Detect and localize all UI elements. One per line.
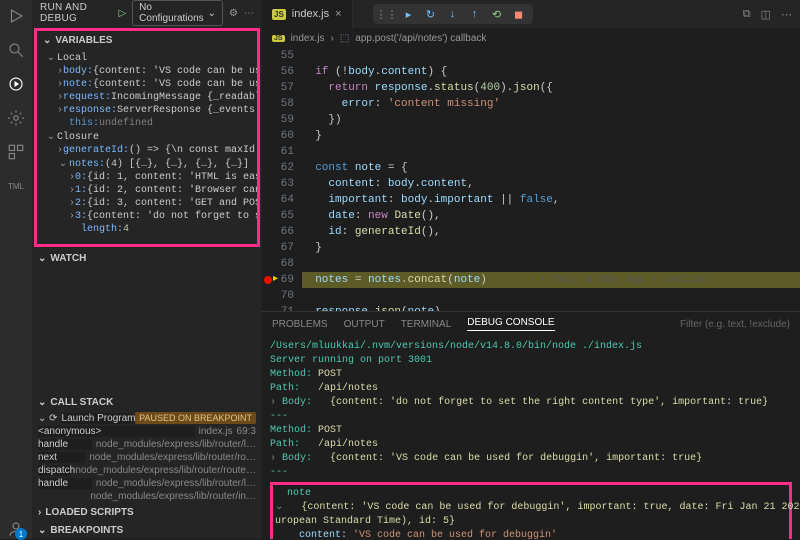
console-line: Method: POST bbox=[270, 424, 792, 438]
watch-section[interactable]: ⌄WATCH bbox=[32, 249, 262, 267]
chevron-down-icon: ⌄ bbox=[208, 8, 216, 19]
var-generateid[interactable]: ›generateId: () => {\n const maxId = not… bbox=[37, 144, 257, 157]
var-notes-0[interactable]: ›0: {id: 1, content: 'HTML is easy', dat… bbox=[37, 171, 257, 184]
debug-console[interactable]: /Users/mluukkai/.nvm/versions/node/v14.8… bbox=[262, 336, 800, 539]
gear-icon[interactable] bbox=[6, 108, 26, 128]
compare-icon[interactable]: ⧉ bbox=[743, 8, 751, 21]
tab-terminal[interactable]: TERMINAL bbox=[401, 319, 452, 330]
console-line: Path: /api/notes bbox=[270, 382, 792, 396]
step-into-icon[interactable]: ↓ bbox=[445, 6, 461, 22]
var-notes[interactable]: ⌄notes: (4) [{…}, {…}, {…}, {…}] bbox=[37, 157, 257, 171]
step-out-icon[interactable]: ↑ bbox=[467, 6, 483, 22]
console-line: /Users/mluukkai/.nvm/versions/node/v14.8… bbox=[270, 340, 792, 354]
var-response[interactable]: ›response: ServerResponse {_events: {…},… bbox=[37, 104, 257, 117]
stop-icon[interactable]: ◼ bbox=[511, 6, 527, 22]
callstack-list: ⌄ ⟳Launch Program: i…PAUSED ON BREAKPOIN… bbox=[32, 411, 262, 503]
run-debug-title: RUN AND DEBUG bbox=[40, 2, 112, 24]
debug-toolbar: ⋮⋮ ▸ ↻ ↓ ↑ ⟲ ◼ bbox=[373, 4, 533, 24]
run-icon[interactable] bbox=[6, 6, 26, 26]
more-icon[interactable]: ⋯ bbox=[244, 8, 254, 19]
tab-label: index.js bbox=[292, 8, 329, 20]
console-line: Server running on port 3001 bbox=[270, 354, 792, 368]
var-this[interactable]: this: undefined bbox=[37, 117, 257, 130]
stack-frame[interactable]: <anonymous>index.js69:3 bbox=[32, 425, 262, 438]
var-body[interactable]: ›body: {content: 'VS code can be used fo… bbox=[37, 65, 257, 78]
bottom-panel: PROBLEMS OUTPUT TERMINAL DEBUG CONSOLE F… bbox=[262, 311, 800, 539]
callstack-section[interactable]: ⌄CALL STACK bbox=[32, 393, 262, 411]
console-line: --- bbox=[270, 466, 792, 480]
method-icon: ⬚ bbox=[340, 33, 349, 44]
tab-row: JS index.js × ⋮⋮ ▸ ↻ ↓ ↑ ⟲ ◼ ⧉ ◫ ⋯ bbox=[262, 0, 800, 28]
console-line[interactable]: ⌄ {content: 'VS code can be used for deb… bbox=[275, 501, 787, 515]
config-gear-icon[interactable]: ⚙ bbox=[229, 8, 238, 19]
stack-frame[interactable]: handlenode_modules/express/lib/router/l… bbox=[32, 438, 262, 451]
stack-frame[interactable]: node_modules/express/lib/router/in… bbox=[32, 490, 262, 503]
chevron-right-icon: › bbox=[38, 507, 41, 518]
sidebar-header: RUN AND DEBUG ▷ No Configurations⌄ ⚙ ⋯ bbox=[32, 0, 262, 26]
restart-icon[interactable]: ⟲ bbox=[489, 6, 505, 22]
scope-local[interactable]: ⌄Local bbox=[37, 51, 257, 65]
tml-icon[interactable]: TML bbox=[6, 176, 26, 196]
stack-frame[interactable]: handlenode_modules/express/lib/router/l… bbox=[32, 477, 262, 490]
tab-indexjs[interactable]: JS index.js × bbox=[262, 0, 353, 28]
config-dropdown[interactable]: No Configurations⌄ bbox=[132, 0, 223, 26]
breakpoints-section[interactable]: ⌄BREAKPOINTS bbox=[32, 521, 262, 539]
variables-tree: ⌄Local ›body: {content: 'VS code can be … bbox=[37, 49, 257, 238]
var-notes-length[interactable]: length: 4 bbox=[37, 223, 257, 236]
chevron-down-icon: ⌄ bbox=[43, 35, 51, 46]
var-request[interactable]: ›request: IncomingMessage {_readableStat… bbox=[37, 91, 257, 104]
var-note[interactable]: ›note: {content: 'VS code can be used fo… bbox=[37, 78, 257, 91]
console-line: content: 'VS code can be used for debugg… bbox=[275, 529, 787, 539]
close-icon[interactable]: × bbox=[335, 8, 341, 20]
editor-area: JS index.js × ⋮⋮ ▸ ↻ ↓ ↑ ⟲ ◼ ⧉ ◫ ⋯ JS in… bbox=[262, 0, 800, 539]
step-over-icon[interactable]: ↻ bbox=[423, 6, 439, 22]
continue-icon[interactable]: ▸ bbox=[401, 6, 417, 22]
console-line: Method: POST bbox=[270, 368, 792, 382]
stack-frame[interactable]: nextnode_modules/express/lib/router/ro… bbox=[32, 451, 262, 464]
variables-highlight: ⌄VARIABLES ⌄Local ›body: {content: 'VS c… bbox=[34, 28, 260, 247]
scope-closure[interactable]: ⌄Closure bbox=[37, 130, 257, 144]
var-notes-1[interactable]: ›1: {id: 2, content: 'Browser can execut… bbox=[37, 184, 257, 197]
run-start-icon[interactable]: ▷ bbox=[118, 8, 126, 19]
console-line[interactable]: › Body: {content: 'do not forget to set … bbox=[270, 396, 792, 410]
console-filter-input[interactable]: Filter (e.g. text, !exclude) bbox=[680, 319, 790, 330]
account-icon[interactable]: 1 bbox=[6, 519, 26, 539]
loaded-scripts-section[interactable]: ›LOADED SCRIPTS bbox=[32, 503, 262, 521]
tab-problems[interactable]: PROBLEMS bbox=[272, 319, 328, 330]
stack-frame[interactable]: dispatchnode_modules/express/lib/router/… bbox=[32, 464, 262, 477]
split-icon[interactable]: ◫ bbox=[761, 8, 771, 21]
console-line: uropean Standard Time), id: 5} bbox=[275, 515, 787, 529]
console-line[interactable]: › Body: {content: 'VS code can be used f… bbox=[270, 452, 792, 466]
account-badge: 1 bbox=[15, 528, 27, 540]
activity-bar: TML 1 bbox=[0, 0, 32, 539]
var-notes-3[interactable]: ›3: {content: 'do not forget to set the … bbox=[37, 210, 257, 223]
chevron-down-icon: ⌄ bbox=[38, 253, 46, 264]
tab-debug-console[interactable]: DEBUG CONSOLE bbox=[467, 317, 554, 331]
console-line: --- bbox=[270, 410, 792, 424]
drag-handle-icon[interactable]: ⋮⋮ bbox=[379, 6, 395, 22]
tab-output[interactable]: OUTPUT bbox=[344, 319, 385, 330]
chevron-down-icon: ⌄ bbox=[38, 525, 46, 536]
breadcrumb[interactable]: JS index.js › ⬚ app.post('/api/notes') c… bbox=[262, 28, 800, 48]
callstack-program[interactable]: ⌄ ⟳Launch Program: i…PAUSED ON BREAKPOIN… bbox=[32, 411, 262, 425]
console-line: Path: /api/notes bbox=[270, 438, 792, 452]
js-icon: JS bbox=[272, 9, 286, 20]
js-icon: JS bbox=[272, 35, 285, 42]
debug-sidebar: RUN AND DEBUG ▷ No Configurations⌄ ⚙ ⋯ ⌄… bbox=[32, 0, 262, 539]
panel-tabs: PROBLEMS OUTPUT TERMINAL DEBUG CONSOLE F… bbox=[262, 312, 800, 336]
extensions-icon[interactable] bbox=[6, 142, 26, 162]
variables-section[interactable]: ⌄VARIABLES bbox=[37, 31, 257, 49]
code-editor[interactable]: 555657585960616263646566676869707172 if … bbox=[262, 48, 800, 311]
more-icon[interactable]: ⋯ bbox=[781, 8, 792, 21]
chevron-down-icon: ⌄ bbox=[38, 397, 46, 408]
var-notes-2[interactable]: ›2: {id: 3, content: 'GET and POST are t… bbox=[37, 197, 257, 210]
debug-icon[interactable] bbox=[6, 74, 26, 94]
console-highlight: note ⌄ {content: 'VS code can be used fo… bbox=[270, 482, 792, 539]
pause-badge: PAUSED ON BREAKPOINT bbox=[135, 412, 256, 424]
console-line: note bbox=[275, 487, 787, 501]
search-icon[interactable] bbox=[6, 40, 26, 60]
